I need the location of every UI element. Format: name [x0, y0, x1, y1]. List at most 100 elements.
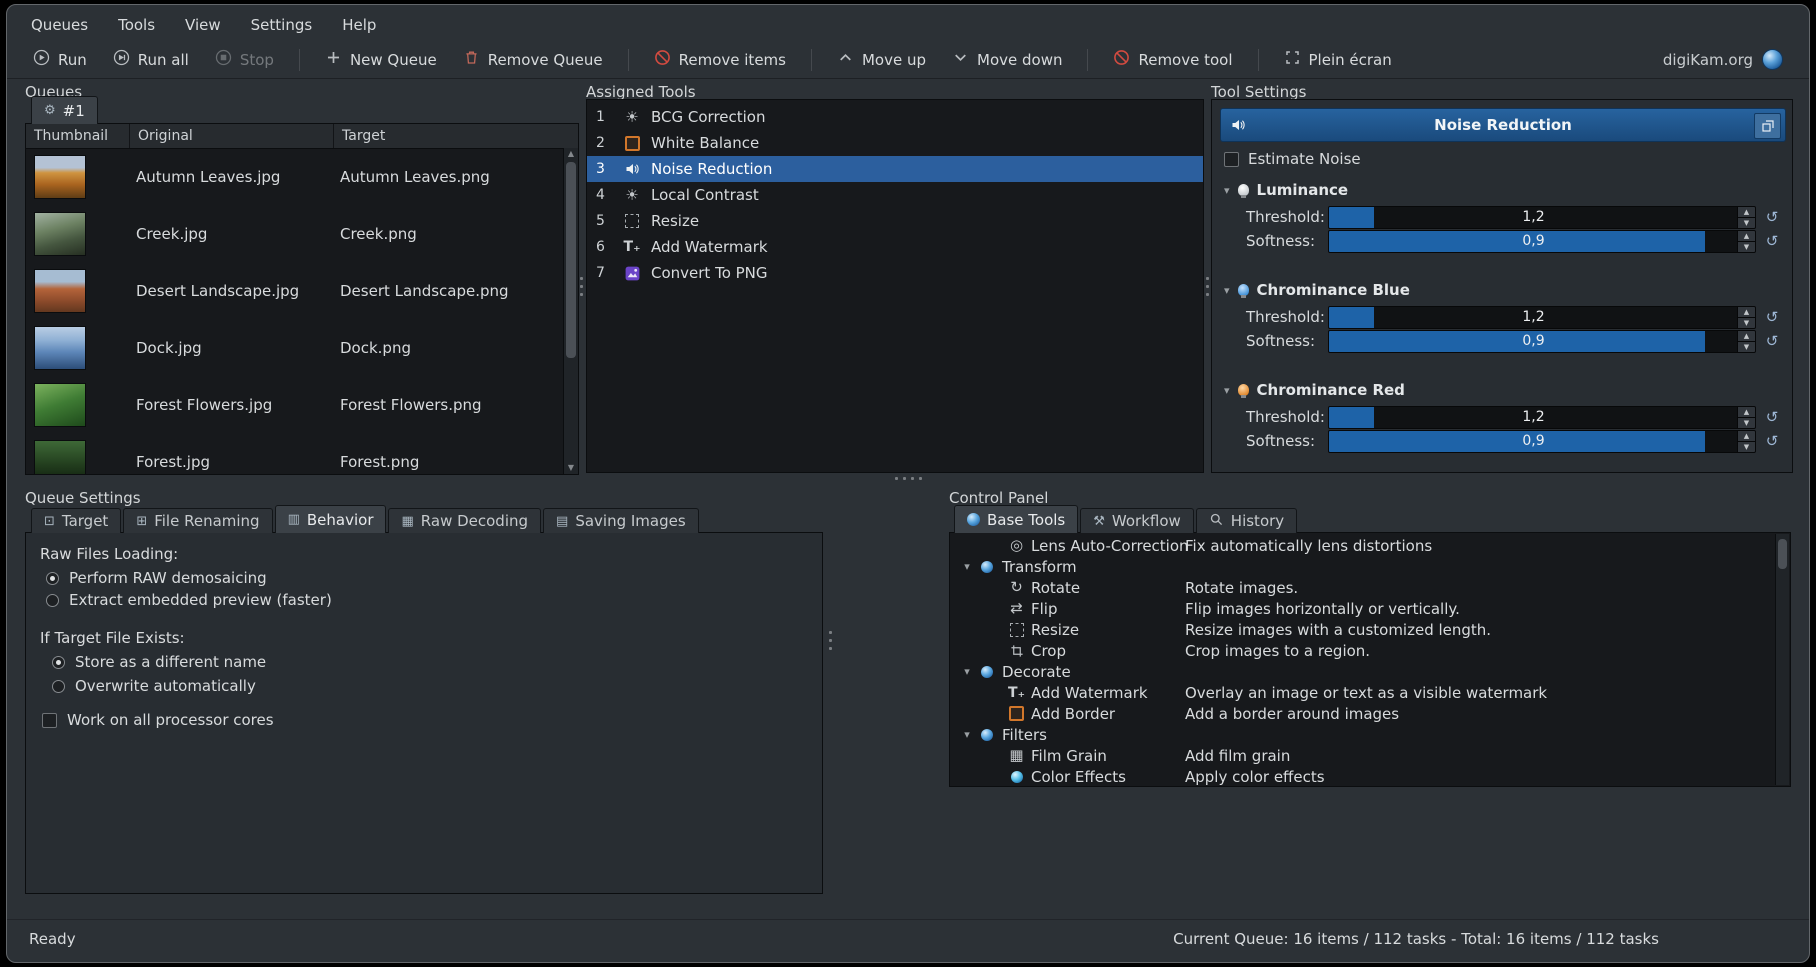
scrollbar-thumb[interactable] — [566, 162, 576, 358]
section-luminance[interactable]: ▾ Luminance — [1224, 180, 1348, 200]
spin-buttons[interactable]: ▲▼ — [1737, 331, 1755, 352]
tree-item-rotate[interactable]: ↻ Rotate Rotate images. — [950, 577, 1776, 598]
reset-button[interactable]: ↺ — [1762, 431, 1782, 452]
section-chrominance-red[interactable]: ▾ Chrominance Red — [1224, 380, 1405, 400]
expander-icon[interactable]: ▾ — [960, 728, 974, 741]
tree-item-add-border[interactable]: Add Border Add a border around images — [950, 703, 1776, 724]
move-down-button[interactable]: Move down — [946, 46, 1068, 73]
threshold-slider[interactable]: 1,2 ▲▼ — [1328, 306, 1756, 329]
spin-down-icon[interactable]: ▼ — [1738, 241, 1755, 252]
spin-down-icon[interactable]: ▼ — [1738, 217, 1755, 228]
spin-up-icon[interactable]: ▲ — [1738, 231, 1755, 241]
spin-buttons[interactable]: ▲▼ — [1737, 431, 1755, 452]
menu-tools[interactable]: Tools — [118, 16, 155, 34]
spin-up-icon[interactable]: ▲ — [1738, 407, 1755, 417]
table-row[interactable]: Forest.jpg Forest.png — [26, 433, 564, 474]
splitter-handle[interactable] — [1206, 277, 1209, 301]
tab-behavior[interactable]: ▥ Behavior — [275, 505, 387, 533]
spin-buttons[interactable]: ▲▼ — [1737, 207, 1755, 228]
spin-up-icon[interactable]: ▲ — [1738, 207, 1755, 217]
section-chrominance-blue[interactable]: ▾ Chrominance Blue — [1224, 280, 1410, 300]
tab-file-renaming[interactable]: ⊞ File Renaming — [123, 508, 272, 533]
tree-item-lens-auto-correction[interactable]: ◎ Lens Auto-Correction Fix automatically… — [950, 535, 1776, 556]
spin-buttons[interactable]: ▲▼ — [1737, 407, 1755, 428]
collapse-arrow-icon[interactable]: ▾ — [1224, 285, 1230, 296]
radio-store-different-name[interactable]: Store as a different name — [52, 653, 266, 671]
column-header-thumbnail[interactable]: Thumbnail — [26, 124, 130, 148]
tab-base-tools[interactable]: Base Tools — [954, 505, 1078, 533]
collapse-arrow-icon[interactable]: ▾ — [1224, 385, 1230, 396]
table-row[interactable]: Autumn Leaves.jpg Autumn Leaves.png — [26, 148, 564, 205]
tree-item-film-grain[interactable]: ▦ Film Grain Add film grain — [950, 745, 1776, 766]
assigned-tool-row[interactable]: 5 Resize — [587, 208, 1203, 234]
expander-icon[interactable]: ▾ — [960, 665, 974, 678]
threshold-slider[interactable]: 1,2 ▲▼ — [1328, 206, 1756, 229]
spin-down-icon[interactable]: ▼ — [1738, 417, 1755, 428]
tab-history[interactable]: History — [1196, 508, 1297, 533]
tree-group-decorate[interactable]: ▾ Decorate — [950, 661, 1776, 682]
spin-up-icon[interactable]: ▲ — [1738, 431, 1755, 441]
spin-down-icon[interactable]: ▼ — [1738, 441, 1755, 452]
tab-workflow[interactable]: ⚒ Workflow — [1080, 508, 1194, 533]
assigned-tool-row[interactable]: 4 ☀ Local Contrast — [587, 182, 1203, 208]
spin-up-icon[interactable]: ▲ — [1738, 307, 1755, 317]
reset-button[interactable]: ↺ — [1762, 407, 1782, 428]
table-row[interactable]: Forest Flowers.jpg Forest Flowers.png — [26, 376, 564, 433]
tree-group-filters[interactable]: ▾ Filters — [950, 724, 1776, 745]
remove-items-button[interactable]: Remove items — [648, 46, 792, 73]
splitter-handle[interactable] — [829, 631, 832, 655]
fullscreen-button[interactable]: Plein écran — [1278, 46, 1398, 73]
digikam-brand[interactable]: digiKam.org — [1663, 41, 1783, 78]
menu-settings[interactable]: Settings — [251, 16, 313, 34]
assigned-tool-row-selected[interactable]: 3 Noise Reduction — [587, 156, 1203, 182]
tree-item-add-watermark[interactable]: T₊ Add Watermark Overlay an image or tex… — [950, 682, 1776, 703]
menu-help[interactable]: Help — [342, 16, 376, 34]
spin-down-icon[interactable]: ▼ — [1738, 341, 1755, 352]
softness-slider[interactable]: 0,9 ▲▼ — [1328, 430, 1756, 453]
collapse-arrow-icon[interactable]: ▾ — [1224, 185, 1230, 196]
reset-button[interactable]: ↺ — [1762, 207, 1782, 228]
softness-slider[interactable]: 0,9 ▲▼ — [1328, 230, 1756, 253]
radio-extract-embedded-preview[interactable]: Extract embedded preview (faster) — [46, 591, 332, 609]
remove-queue-button[interactable]: Remove Queue — [457, 46, 609, 73]
menu-queues[interactable]: Queues — [31, 16, 88, 34]
tree-item-resize[interactable]: Resize Resize images with a customized l… — [950, 619, 1776, 640]
scroll-up-arrow-icon[interactable]: ▲ — [564, 148, 578, 160]
table-row[interactable]: Desert Landscape.jpg Desert Landscape.pn… — [26, 262, 564, 319]
tree-item-color-effects[interactable]: Color Effects Apply color effects — [950, 766, 1776, 787]
reset-button[interactable]: ↺ — [1762, 331, 1782, 352]
move-up-button[interactable]: Move up — [831, 46, 932, 73]
spin-buttons[interactable]: ▲▼ — [1737, 307, 1755, 328]
reset-button[interactable]: ↺ — [1762, 231, 1782, 252]
table-row[interactable]: Creek.jpg Creek.png — [26, 205, 564, 262]
scrollbar-thumb[interactable] — [1778, 539, 1787, 569]
spin-buttons[interactable]: ▲▼ — [1737, 231, 1755, 252]
tab-raw-decoding[interactable]: ▦ Raw Decoding — [388, 508, 541, 533]
queues-scrollbar[interactable]: ▲ ▼ — [563, 148, 578, 474]
splitter-handle[interactable] — [895, 477, 922, 480]
tab-saving-images[interactable]: ▤ Saving Images — [543, 508, 699, 533]
control-panel-scrollbar[interactable] — [1775, 534, 1789, 785]
spin-up-icon[interactable]: ▲ — [1738, 331, 1755, 341]
new-queue-button[interactable]: New Queue — [319, 46, 443, 73]
softness-slider[interactable]: 0,9 ▲▼ — [1328, 330, 1756, 353]
assigned-tool-row[interactable]: 1 ☀ BCG Correction — [587, 104, 1203, 130]
run-all-button[interactable]: Run all — [107, 46, 195, 73]
spin-down-icon[interactable]: ▼ — [1738, 317, 1755, 328]
tree-item-crop[interactable]: Crop Crop images to a region. — [950, 640, 1776, 661]
column-header-original[interactable]: Original — [130, 124, 334, 148]
scroll-down-arrow-icon[interactable]: ▼ — [564, 462, 578, 474]
threshold-slider[interactable]: 1,2 ▲▼ — [1328, 406, 1756, 429]
tree-item-flip[interactable]: ⇄ Flip Flip images horizontally or verti… — [950, 598, 1776, 619]
assigned-tool-row[interactable]: 2 White Balance — [587, 130, 1203, 156]
detach-button[interactable] — [1754, 113, 1781, 139]
estimate-noise-checkbox[interactable]: Estimate Noise — [1224, 150, 1361, 168]
run-button[interactable]: Run — [27, 46, 93, 73]
stop-button[interactable]: Stop — [209, 46, 280, 73]
assigned-tool-row[interactable]: 6 T₊ Add Watermark — [587, 234, 1203, 260]
queue-tab-1[interactable]: ⚙ #1 — [31, 96, 98, 124]
radio-perform-raw-demosaicing[interactable]: Perform RAW demosaicing — [46, 569, 267, 587]
remove-tool-button[interactable]: Remove tool — [1107, 46, 1238, 73]
assigned-tool-row[interactable]: 7 Convert To PNG — [587, 260, 1203, 286]
tree-group-transform[interactable]: ▾ Transform — [950, 556, 1776, 577]
